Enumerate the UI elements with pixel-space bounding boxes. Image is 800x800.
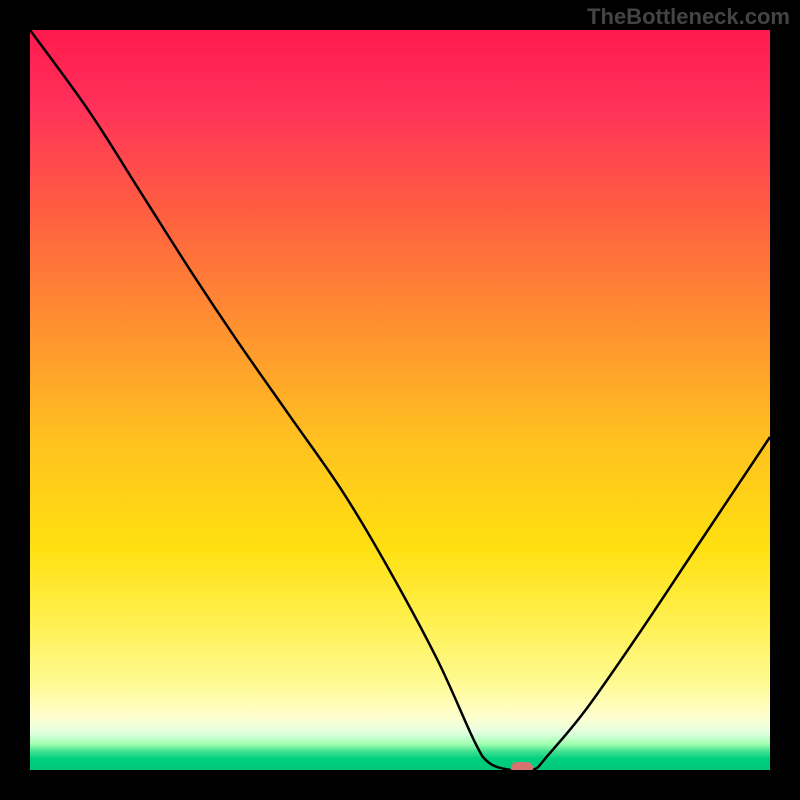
watermark-text: TheBottleneck.com	[587, 4, 790, 30]
curve-svg	[30, 30, 770, 770]
plot-area	[30, 30, 770, 770]
bottleneck-curve	[30, 30, 770, 770]
optimal-marker	[511, 762, 533, 770]
